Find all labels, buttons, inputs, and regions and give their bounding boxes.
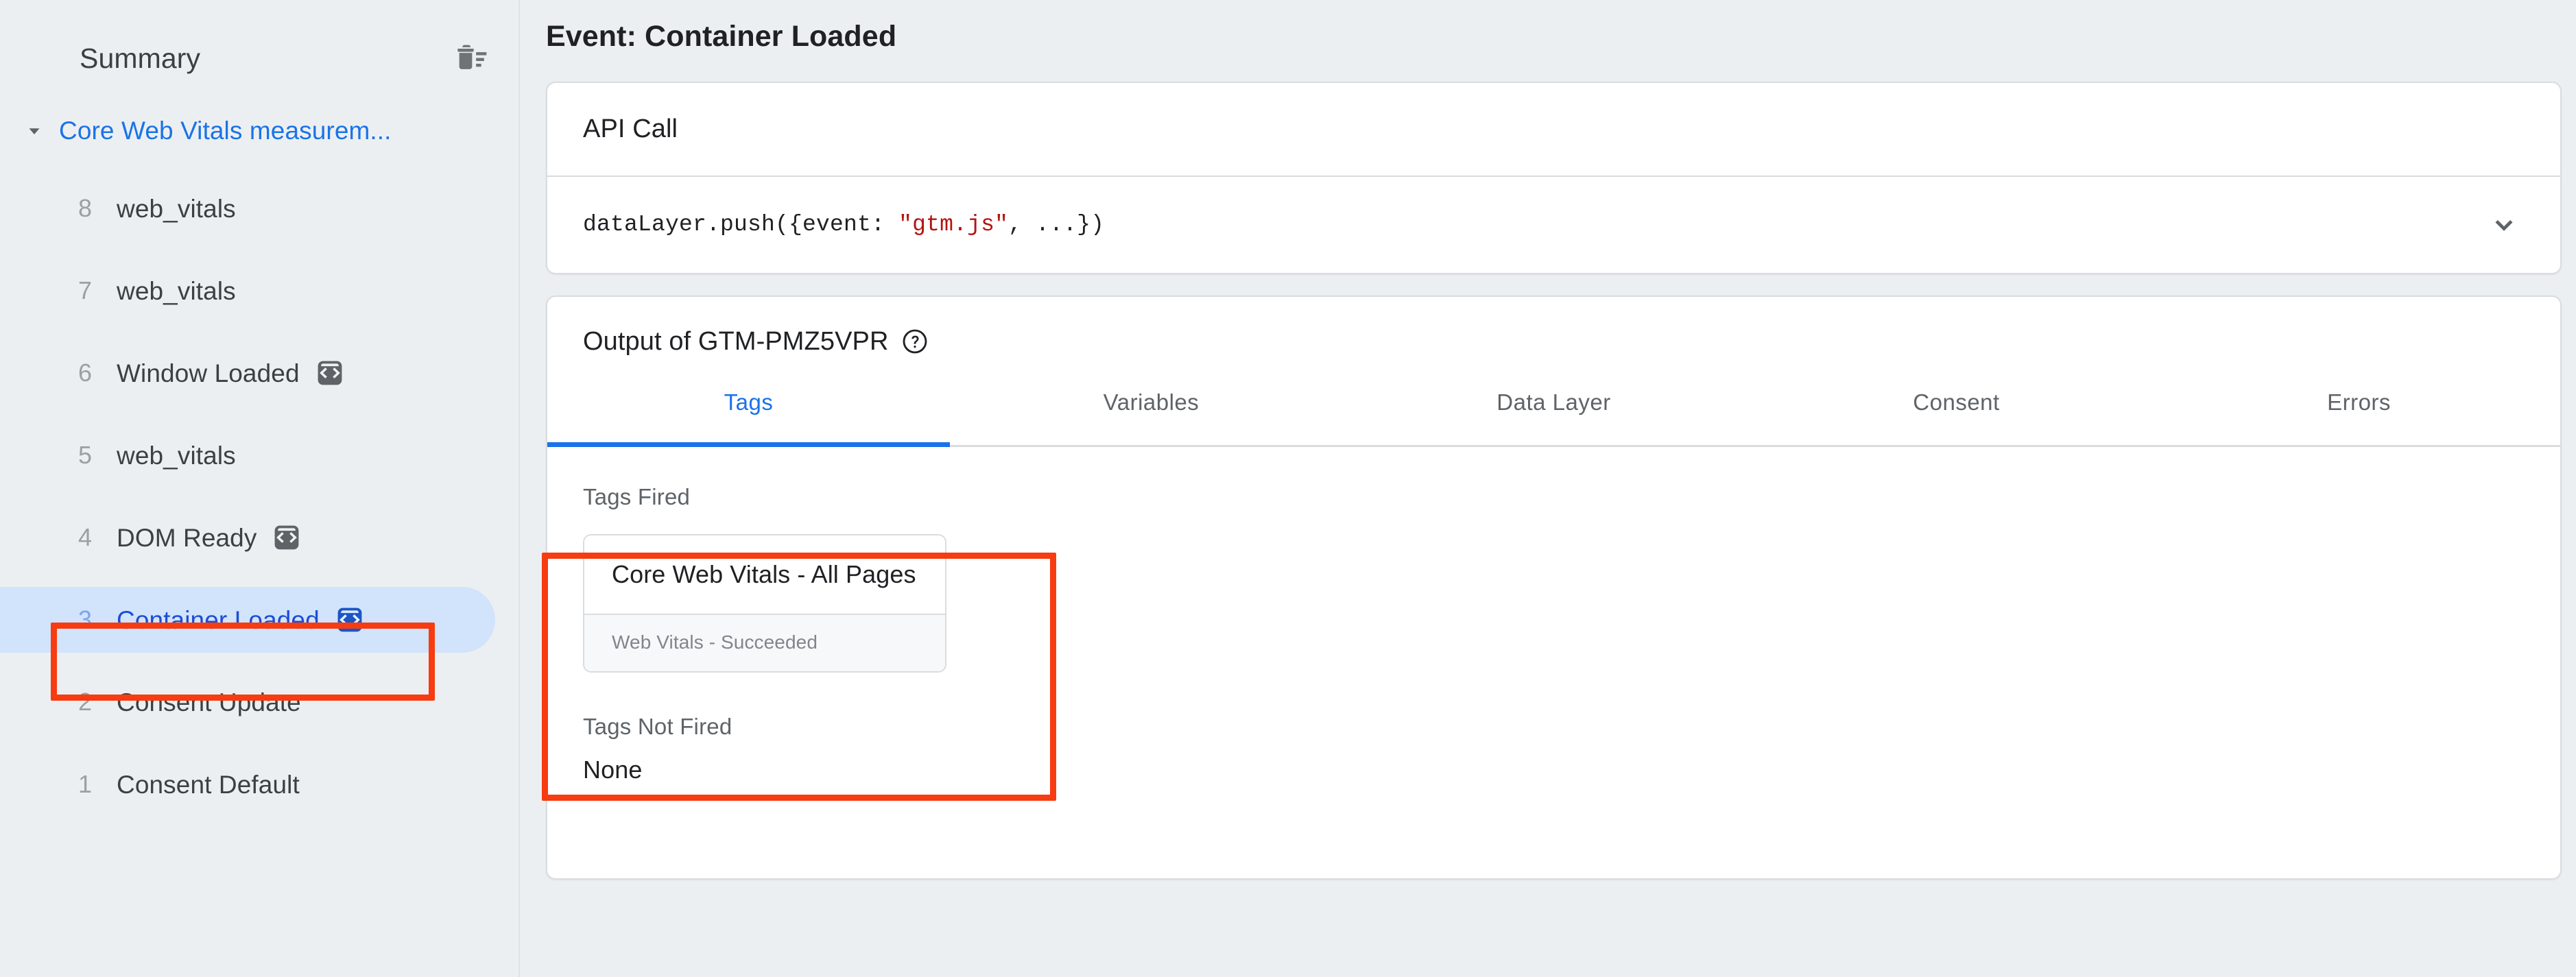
event-index: 7 xyxy=(78,276,93,304)
event-name: Consent Update xyxy=(117,688,301,716)
api-code-prefix: dataLayer.push({event: xyxy=(583,212,899,238)
page-title: Event: Container Loaded xyxy=(546,20,897,53)
tags-not-fired-value: None xyxy=(583,755,643,784)
output-title: Output of GTM-PMZ5VPR xyxy=(583,326,889,356)
code-badge-icon xyxy=(315,358,345,388)
tag-status: Web Vitals - Succeeded xyxy=(584,613,945,671)
tags-fired-label: Tags Fired xyxy=(583,483,691,509)
event-list-item-2[interactable]: 2 Consent Update xyxy=(0,661,518,743)
tab-errors[interactable]: Errors xyxy=(2158,384,2560,445)
tab-tags[interactable]: Tags xyxy=(547,384,950,447)
event-name: Consent Default xyxy=(117,770,300,799)
event-list: 8 web_vitals 7 web_vitals 6 Window Loade… xyxy=(0,167,518,825)
event-name: Window Loaded xyxy=(117,359,300,387)
api-call-card: API Call dataLayer.push({event: "gtm.js"… xyxy=(546,81,2562,274)
event-list-item-4[interactable]: 4 DOM Ready xyxy=(0,496,518,579)
event-detail-panel: Event: Container Loaded API Call dataLay… xyxy=(520,0,2576,977)
tab-label: Variables xyxy=(1103,389,1200,415)
code-badge-icon xyxy=(335,605,365,635)
event-name: Container Loaded xyxy=(117,605,320,634)
tab-label: Errors xyxy=(2327,389,2391,415)
output-tabs: Tags Variables Data Layer Consent Errors xyxy=(547,384,2560,447)
sidebar-group-core-web-vitals[interactable]: Core Web Vitals measurem... xyxy=(0,101,518,160)
event-list-item-7[interactable]: 7 web_vitals xyxy=(0,250,518,332)
api-code-suffix: , ...}) xyxy=(1008,212,1105,238)
selection-pill xyxy=(0,422,495,488)
output-card: Output of GTM-PMZ5VPR Tags Variables Dat… xyxy=(546,295,2562,880)
event-list-item-6[interactable]: 6 Window Loaded xyxy=(0,332,518,414)
event-list-item-8[interactable]: 8 web_vitals xyxy=(0,167,518,250)
tab-consent[interactable]: Consent xyxy=(1755,384,2158,445)
api-call-body: dataLayer.push({event: "gtm.js", ...}) xyxy=(547,177,2560,273)
output-header: Output of GTM-PMZ5VPR xyxy=(547,297,2560,357)
event-list-item-3-container-loaded[interactable]: 3 Container Loaded xyxy=(0,579,518,661)
gtm-preview-window: Summary Core Web Vitals measurem... 8 we… xyxy=(0,0,2576,977)
event-index: 3 xyxy=(78,605,93,634)
tab-label: Data Layer xyxy=(1496,389,1611,415)
sidebar-group-label: Core Web Vitals measurem... xyxy=(59,117,392,145)
help-circle-icon[interactable] xyxy=(901,328,929,355)
tags-not-fired-label: Tags Not Fired xyxy=(583,713,732,739)
sidebar-header: Summary xyxy=(0,0,518,74)
tags-tab-panel: Tags Fired Core Web Vitals - All Pages W… xyxy=(547,447,2560,784)
event-index: 6 xyxy=(78,359,93,387)
chevron-down-icon[interactable] xyxy=(2485,206,2523,244)
selection-pill xyxy=(0,258,495,324)
event-index: 4 xyxy=(78,523,93,551)
event-index: 2 xyxy=(78,688,93,716)
event-index: 5 xyxy=(78,441,93,469)
event-list-item-1[interactable]: 1 Consent Default xyxy=(0,743,518,825)
trash-list-icon[interactable] xyxy=(451,39,490,77)
event-index: 8 xyxy=(78,194,93,222)
api-call-heading: API Call xyxy=(583,114,678,143)
event-sidebar: Summary Core Web Vitals measurem... 8 we… xyxy=(0,0,520,977)
api-call-code: dataLayer.push({event: "gtm.js", ...}) xyxy=(583,212,1104,237)
tag-name: Core Web Vitals - All Pages xyxy=(584,535,945,614)
event-index: 1 xyxy=(78,770,93,798)
event-name: web_vitals xyxy=(117,194,236,223)
tab-label: Tags xyxy=(724,389,774,415)
event-name: web_vitals xyxy=(117,276,236,305)
code-badge-icon xyxy=(272,522,302,553)
selection-pill xyxy=(0,176,495,241)
tab-data-layer[interactable]: Data Layer xyxy=(1352,384,1755,445)
tab-variables[interactable]: Variables xyxy=(950,384,1352,445)
caret-down-icon[interactable] xyxy=(21,117,48,145)
tab-label: Consent xyxy=(1913,389,2000,415)
event-list-item-5[interactable]: 5 web_vitals xyxy=(0,414,518,496)
sidebar-title: Summary xyxy=(80,42,201,74)
event-name: DOM Ready xyxy=(117,523,257,552)
api-code-string: "gtm.js" xyxy=(898,212,1009,238)
event-name: web_vitals xyxy=(117,441,236,470)
tag-card-core-web-vitals-all-pages[interactable]: Core Web Vitals - All Pages Web Vitals -… xyxy=(583,533,946,673)
